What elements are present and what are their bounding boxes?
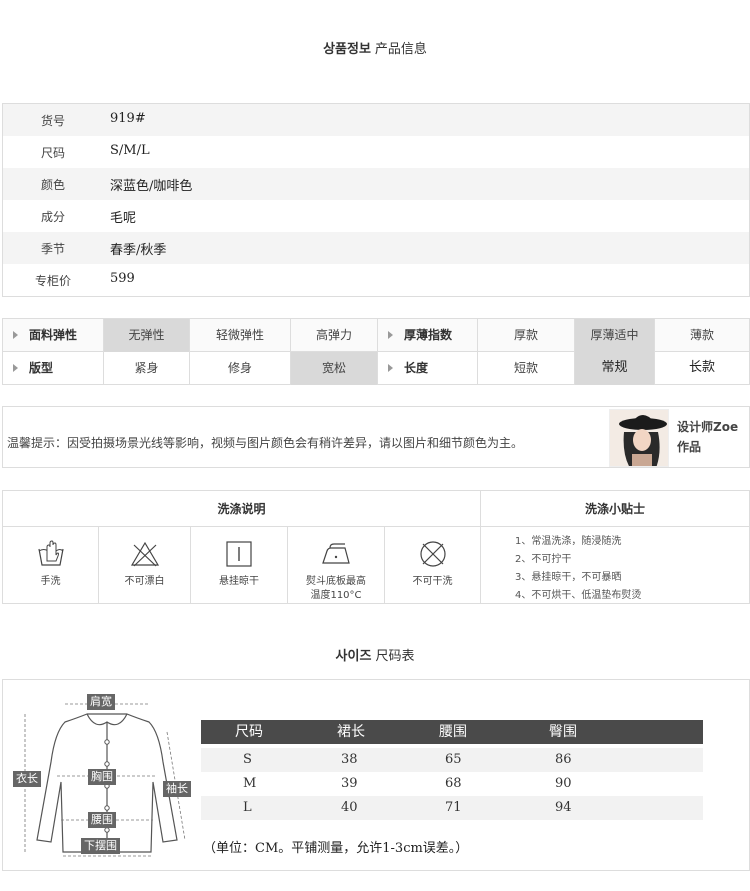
attribute-option: 高弹力	[291, 319, 378, 352]
info-label: 成分	[40, 210, 65, 224]
size-cell: S	[243, 752, 252, 767]
attribute-option: 无弹性	[104, 319, 190, 352]
wash-heading: 洗涤说明	[3, 491, 481, 527]
designer-credit: 设计师Zoe 作品	[677, 420, 739, 454]
hand-wash-icon	[37, 540, 64, 566]
wash-item: 不可漂白	[99, 527, 191, 603]
wash-tip: 4、不可烘干、低温垫布熨烫	[515, 590, 642, 601]
info-value: 919#	[110, 111, 146, 126]
info-label: 专柜价	[34, 274, 71, 288]
attribute-option: 厚薄适中	[575, 319, 655, 352]
wash-label: 不可干洗	[412, 576, 453, 587]
size-header-cell: 腰围	[439, 724, 467, 740]
wash-label: 手洗	[40, 576, 61, 587]
size-cell: 65	[445, 752, 462, 767]
wash-label: 不可漂白	[124, 576, 165, 587]
wash-label: 悬挂晾干	[219, 576, 259, 587]
attribute-option: 修身	[190, 352, 291, 385]
attribute-option: 紧身	[104, 352, 190, 385]
product-info-title: 상품정보 产品信息	[0, 38, 750, 57]
wash-item: 不可干洗	[385, 527, 481, 603]
info-row: 专柜价 599	[3, 264, 749, 296]
info-label: 颜色	[40, 178, 65, 192]
attribute-option: 厚款	[478, 319, 575, 352]
info-value: 深蓝色/咖啡色	[110, 179, 193, 194]
hang-dry-icon	[226, 541, 252, 567]
attribute-option: 薄款	[689, 328, 714, 342]
attribute-label: 长度	[378, 352, 478, 385]
size-chart-title: 사이즈 尺码表	[0, 645, 750, 664]
size-chart-box: 肩宽 衣长 胸围 袖长 腰围 下摆围 尺码 裙长 腰围 臀围 S 38 65 8…	[2, 679, 750, 871]
size-table-row: L 40 71 94	[201, 796, 703, 820]
wash-tip: 2、不可拧干	[515, 554, 572, 565]
wash-item: 手洗	[3, 527, 99, 603]
size-cell: 90	[555, 776, 572, 791]
notice-text: 温馨提示：因受拍摄场景光线等影响，视频与图片颜色会有稍许差异，请以图片和细节颜色…	[7, 436, 524, 450]
size-cell: L	[243, 800, 252, 815]
attribute-option: 宽松	[291, 352, 378, 385]
size-chart-title-cn: 尺码表	[375, 649, 415, 664]
wash-tips-list: 1、常温洗涤，随浸随洗 2、不可拧干 3、悬挂晾干，不可暴晒 4、不可烘干、低温…	[515, 533, 641, 605]
info-value: 毛呢	[110, 211, 137, 226]
figure-label-sleeve: 袖长	[163, 781, 191, 797]
size-note: （单位：CM。平铺测量，允许1-3cm误差。）	[203, 841, 469, 856]
figure-label-waist: 腰围	[88, 812, 116, 828]
info-label: 季节	[40, 242, 65, 256]
size-header-cell: 臀围	[549, 724, 577, 740]
size-cell: 86	[555, 752, 572, 767]
attribute-label: 版型	[3, 352, 104, 385]
size-cell: 40	[341, 800, 358, 815]
size-table-row: S 38 65 86	[201, 748, 703, 772]
wash-tip: 1、常温洗涤，随浸随洗	[515, 536, 622, 547]
size-table-row: M 39 68 90	[201, 772, 703, 796]
attribute-label: 面料弹性	[3, 319, 104, 352]
size-cell: M	[243, 776, 257, 791]
info-value: S/M/L	[110, 143, 150, 158]
size-cell: 39	[341, 776, 358, 791]
size-cell: 94	[555, 800, 572, 815]
attribute-label: 厚薄指数	[378, 319, 478, 352]
wash-section: 洗涤说明 洗涤小贴士 手洗 不可漂白 悬挂晾干 熨斗底板最高 温度110°C 不…	[2, 490, 750, 604]
info-value: 春季/秋季	[110, 243, 167, 258]
attribute-option: 短款	[478, 352, 575, 385]
size-cell: 38	[341, 752, 358, 767]
info-row: 尺码 S/M/L	[3, 136, 749, 168]
size-header-cell: 裙长	[337, 724, 365, 740]
info-value: 599	[110, 271, 135, 286]
attribute-option: 常规	[575, 352, 655, 385]
wash-tip: 3、悬挂晾干，不可暴晒	[515, 572, 622, 583]
attribute-row: 版型 紧身 修身 宽松 长度 短款 常规 长款	[3, 352, 749, 385]
info-row: 成分 毛呢	[3, 200, 749, 232]
figure-label-shoulder: 肩宽	[87, 694, 115, 710]
attribute-row: 面料弹性 无弹性 轻微弹性 高弹力 厚薄指数 厚款 厚薄适中 薄款	[3, 319, 749, 352]
size-header-cell: 尺码	[235, 724, 263, 740]
product-info-title-kr: 상품정보	[323, 42, 371, 57]
iron-icon	[322, 543, 350, 564]
wash-item: 熨斗底板最高 温度110°C	[288, 527, 385, 603]
wash-tips-heading: 洗涤小贴士	[481, 491, 749, 527]
info-label: 尺码	[40, 146, 65, 160]
attribute-option: 长款	[688, 360, 715, 375]
no-dry-clean-icon	[419, 541, 446, 567]
size-cell: 68	[445, 776, 462, 791]
figure-label-hem: 下摆围	[81, 838, 120, 854]
no-bleach-icon	[130, 541, 159, 567]
figure-label-length: 衣长	[13, 771, 41, 787]
info-row: 季节 春季/秋季	[3, 232, 749, 264]
product-info-table: 货号 919# 尺码 S/M/L 颜色 深蓝色/咖啡色 成分 毛呢 季节 春季/…	[2, 103, 750, 297]
figure-label-chest: 胸围	[88, 769, 116, 785]
attribute-grid: 面料弹性 无弹性 轻微弹性 高弹力 厚薄指数 厚款 厚薄适中 薄款 版型 紧身 …	[2, 318, 750, 385]
attribute-option: 轻微弹性	[190, 319, 291, 352]
wash-item: 悬挂晾干	[191, 527, 288, 603]
info-row: 货号 919#	[3, 104, 749, 136]
size-chart-title-kr: 사이즈	[335, 649, 372, 664]
size-table-header: 尺码 裙长 腰围 臀围	[201, 720, 703, 744]
designer-avatar	[609, 409, 669, 467]
wash-label: 熨斗底板最高 温度110°C	[306, 576, 366, 601]
info-label: 货号	[40, 114, 65, 128]
info-row: 颜色 深蓝色/咖啡色	[3, 168, 749, 200]
product-info-title-cn: 产品信息	[374, 42, 427, 57]
notice-box: 温馨提示：因受拍摄场景光线等影响，视频与图片颜色会有稍许差异，请以图片和细节颜色…	[2, 406, 750, 468]
size-cell: 71	[445, 800, 462, 815]
